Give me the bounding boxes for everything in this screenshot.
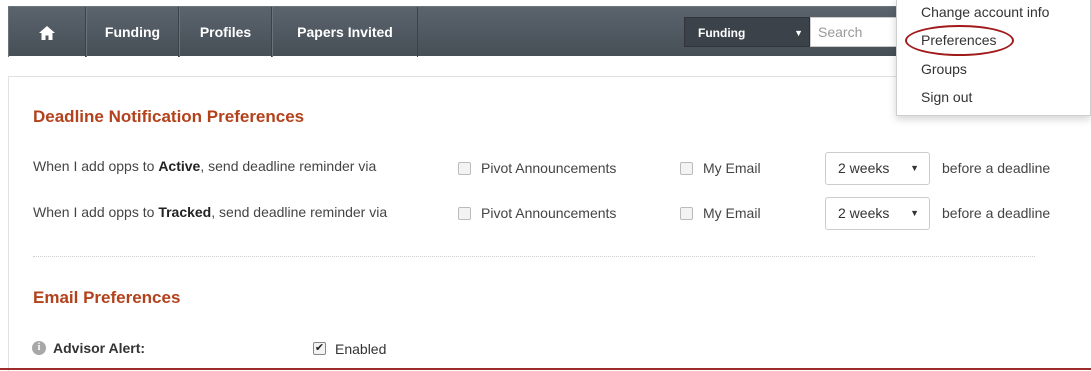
search-scope-select[interactable]: Funding ▼ (684, 17, 810, 47)
advisor-alert-label: Advisor Alert: (53, 340, 146, 356)
active-timing-value: 2 weeks (838, 160, 890, 176)
checkmark-icon: ✔ (314, 342, 325, 354)
search-scope-value: Funding (698, 26, 746, 40)
advisor-alert-checkbox[interactable]: ✔ (313, 342, 326, 355)
search-placeholder: Search (818, 24, 863, 40)
home-icon (39, 24, 55, 41)
caret-down-icon: ▼ (794, 28, 803, 38)
tracked-pivot-label: Pivot Announcements (481, 205, 617, 221)
caret-down-icon: ▼ (910, 208, 919, 218)
nav-funding[interactable]: Funding (86, 7, 179, 57)
account-dropdown-menu: Change account info Preferences Groups S… (896, 0, 1091, 116)
active-pivot-label: Pivot Announcements (481, 160, 617, 176)
active-pivot-checkbox[interactable] (458, 162, 471, 175)
deadline-section-title: Deadline Notification Preferences (33, 107, 305, 126)
tracked-timing-select[interactable]: 2 weeks ▼ (825, 197, 930, 230)
active-timing-select[interactable]: 2 weeks ▼ (825, 152, 930, 185)
active-label-suffix: , send deadline reminder via (200, 158, 377, 174)
email-section-title: Email Preferences (33, 288, 181, 307)
active-email-checkbox[interactable] (680, 162, 693, 175)
menu-item-preferences[interactable]: Preferences (921, 32, 996, 48)
nav-papers-invited[interactable]: Papers Invited (272, 7, 418, 57)
home-button[interactable] (8, 7, 86, 57)
advisor-enabled-label: Enabled (335, 341, 387, 357)
bottom-border (0, 368, 1091, 370)
active-row-label: When I add opps to Active, send deadline… (33, 158, 376, 174)
menu-item-groups[interactable]: Groups (921, 61, 967, 77)
tracked-pivot-checkbox[interactable] (458, 207, 471, 220)
menu-item-sign-out[interactable]: Sign out (921, 89, 972, 105)
menu-item-change-account-info[interactable]: Change account info (921, 4, 1049, 20)
search-input[interactable]: Search (810, 17, 910, 47)
tracked-email-label: My Email (703, 205, 761, 221)
tracked-label-bold: Tracked (158, 204, 212, 220)
tracked-after-label: before a deadline (942, 205, 1051, 221)
info-icon[interactable]: i (32, 341, 46, 355)
tracked-row-label: When I add opps to Tracked, send deadlin… (33, 204, 387, 220)
active-label-prefix: When I add opps to (33, 158, 159, 174)
tracked-label-suffix: , send deadline reminder via (211, 204, 388, 220)
tracked-email-checkbox[interactable] (680, 207, 693, 220)
active-after-label: before a deadline (942, 160, 1051, 176)
nav-profiles[interactable]: Profiles (179, 7, 272, 57)
tracked-timing-value: 2 weeks (838, 205, 890, 221)
tracked-label-prefix: When I add opps to (33, 204, 159, 220)
section-divider (33, 256, 1035, 257)
active-label-bold: Active (158, 158, 201, 174)
caret-down-icon: ▼ (910, 163, 919, 173)
active-email-label: My Email (703, 160, 761, 176)
